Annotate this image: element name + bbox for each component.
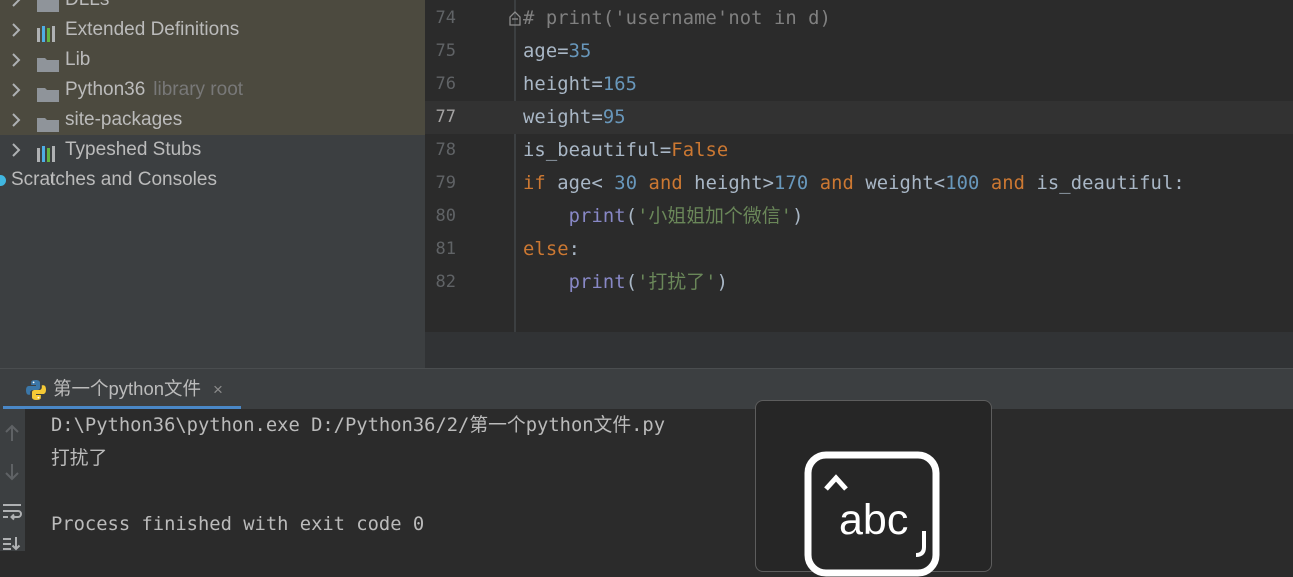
arrow-down-icon[interactable] (2, 462, 22, 482)
code-editor[interactable]: 74 # print('username'not in d) 75 age=35… (425, 0, 1293, 332)
library-root-note: library root (153, 79, 244, 100)
library-icon (37, 142, 59, 162)
close-tab-icon[interactable]: × (213, 369, 223, 410)
code-line[interactable]: 80 print('小姐姐加个微信') (425, 200, 1293, 233)
code-line[interactable]: 78 is_beautiful=False (425, 134, 1293, 167)
tree-item-label-wrap: Python36 library root (65, 75, 243, 105)
tree-item-typeshed-stubs[interactable]: Typeshed Stubs (0, 135, 425, 165)
python-icon (25, 379, 47, 401)
code-text: is_beautiful=False (523, 140, 729, 161)
console-line: D:\Python36\python.exe D:/Python36/2/第一个… (51, 415, 666, 436)
code-text: print('打扰了') (568, 272, 728, 293)
code-text: if age< 30 and height>170 and weight<100… (523, 173, 1185, 194)
tree-item-lib[interactable]: Lib (0, 45, 425, 75)
project-tree: DLLs Extended Definitions Lib Python36 li… (0, 0, 425, 368)
text-caret (51, 175, 53, 183)
scroll-to-end-icon[interactable] (2, 535, 22, 555)
fold-marker-icon[interactable] (509, 11, 521, 26)
tree-item-label: Python36 (65, 79, 146, 100)
code-text: else: (523, 239, 581, 260)
tree-item-label: site-packages (65, 109, 183, 130)
library-icon (37, 22, 59, 42)
run-tab-bar: 第一个python文件 × (0, 369, 1293, 409)
run-toolbar (0, 409, 25, 551)
scratches-icon (0, 175, 6, 186)
arrow-up-icon[interactable] (2, 423, 22, 443)
line-number: 82 (435, 272, 456, 292)
code-text: print('小姐姐加个微信') (568, 206, 804, 227)
tree-item-label: Lib (65, 49, 91, 70)
tree-item-label: Scratches and Consoles (11, 169, 217, 190)
folder-icon (37, 112, 59, 132)
code-text: age=35 (523, 41, 592, 62)
input-method-indicator: abc (755, 400, 992, 577)
tree-item-scratches-and-consoles[interactable]: Scratches and Consoles (0, 165, 425, 195)
chevron-right-icon[interactable] (11, 75, 25, 105)
chevron-right-icon[interactable] (11, 105, 25, 135)
line-number: 76 (435, 74, 456, 94)
line-number: 81 (435, 239, 456, 259)
code-line[interactable]: 81 else: (425, 233, 1293, 266)
code-text: weight=95 (523, 107, 626, 128)
code-text: height=165 (523, 74, 638, 95)
code-line[interactable]: 76 height=165 (425, 68, 1293, 101)
tree-item-label: Extended Definitions (65, 19, 240, 40)
line-number: 77 (435, 107, 456, 127)
code-text: # print('username'not in d) (523, 8, 831, 29)
tree-item-extended-definitions[interactable]: Extended Definitions (0, 15, 425, 45)
soft-wrap-icon[interactable] (2, 501, 22, 521)
chevron-right-icon[interactable] (11, 45, 25, 75)
tree-item-label: DLLs (65, 0, 109, 15)
line-number: 74 (435, 8, 456, 28)
chevron-right-icon[interactable] (11, 135, 25, 165)
folder-icon (37, 52, 59, 72)
code-line[interactable]: 75 age=35 (425, 35, 1293, 68)
chevron-right-icon[interactable] (11, 15, 25, 45)
line-number: 78 (435, 140, 456, 160)
console-line: Process finished with exit code 0 (51, 514, 425, 535)
run-tab-label: 第一个python文件 (53, 378, 202, 399)
tree-item-label: Typeshed Stubs (65, 139, 202, 160)
tree-item-site-packages[interactable]: site-packages (0, 105, 425, 135)
run-panel: 第一个python文件 × D:\Python36\python.exe D:/… (0, 368, 1293, 551)
console-line: 打扰了 (51, 448, 108, 469)
line-number: 79 (435, 173, 456, 193)
folder-icon (37, 82, 59, 102)
code-line[interactable]: 82 print('打扰了') (425, 266, 1293, 299)
tab-run-configuration[interactable]: 第一个python文件 × (3, 369, 241, 409)
folder-icon (37, 0, 59, 12)
tree-item-python36[interactable]: Python36 library root (0, 75, 425, 105)
chevron-right-icon[interactable] (11, 0, 25, 15)
code-line[interactable]: 74 # print('username'not in d) (425, 2, 1293, 35)
line-number: 75 (435, 41, 456, 61)
code-line[interactable]: 79 if age< 30 and height>170 and weight<… (425, 167, 1293, 200)
ime-mode-label: abc (839, 496, 909, 544)
tree-item-dlls[interactable]: DLLs (0, 0, 425, 15)
editor-bottom-area (425, 332, 1293, 368)
line-number: 80 (435, 206, 456, 226)
code-line-current[interactable]: 77 weight=95 (425, 101, 1293, 134)
